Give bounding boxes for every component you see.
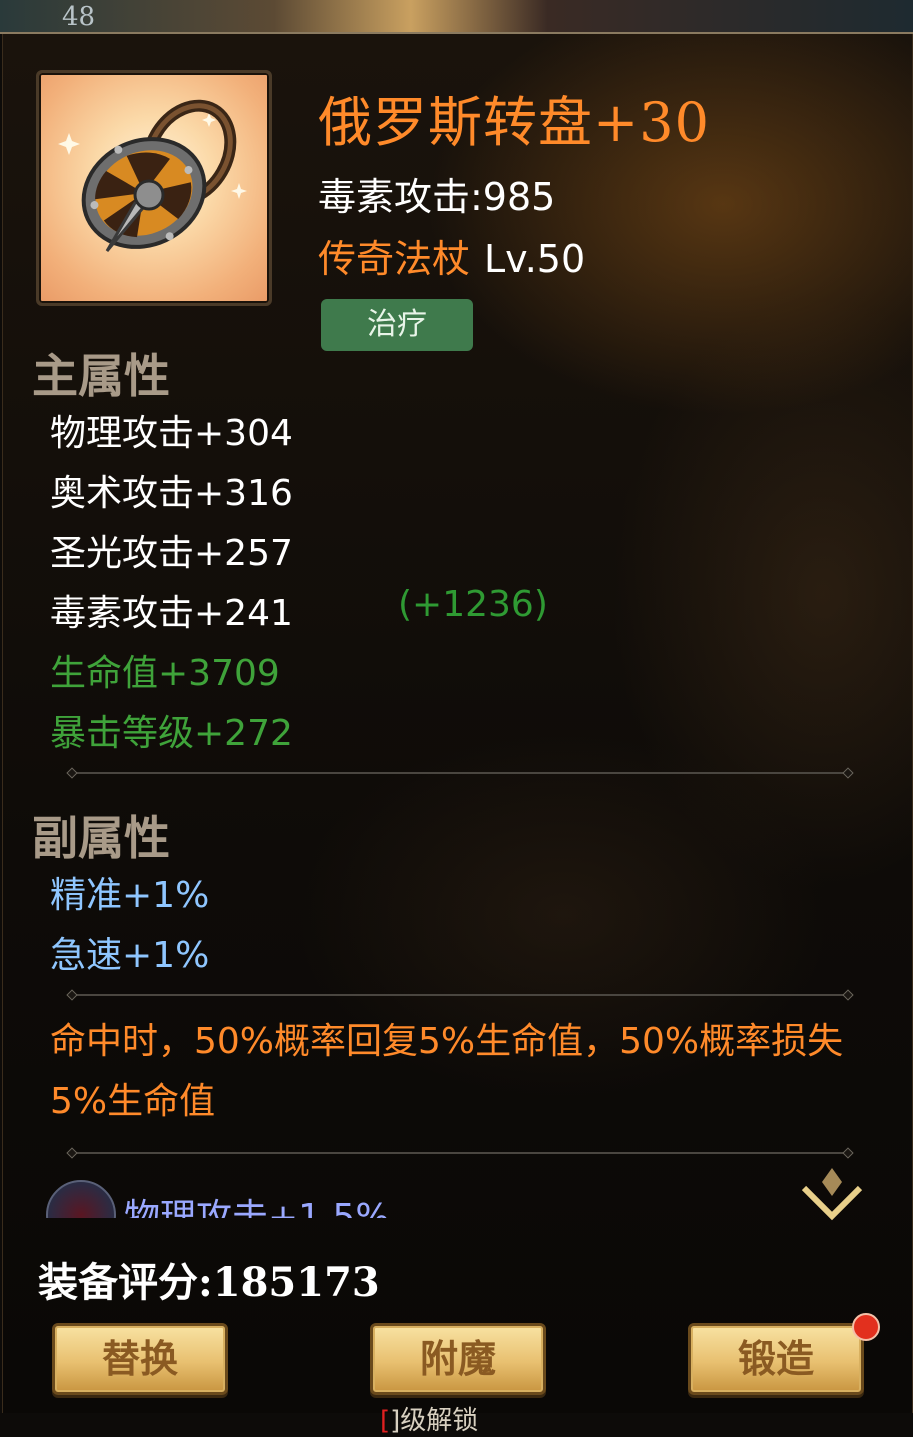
main-attribute: 物理攻击+304 — [50, 413, 293, 454]
main-attributes-title: 主属性 — [32, 349, 170, 403]
item-main-stat: 毒素攻击:985 — [318, 175, 556, 219]
forge-button[interactable]: 锻造 — [688, 1323, 864, 1395]
roulette-weapon-icon — [58, 99, 247, 252]
unlock-hint: []级解锁 — [380, 1400, 478, 1437]
sub-attribute: 精准+1% — [50, 875, 210, 916]
gem-label: 物理攻击+1.5% — [124, 1197, 390, 1218]
sub-attributes-title: 副属性 — [32, 811, 170, 865]
main-attribute: 毒素攻击+241 — [50, 593, 293, 634]
enchant-button[interactable]: 附魔 — [370, 1323, 546, 1395]
replace-button[interactable]: 替换 — [52, 1323, 228, 1395]
main-attribute: 奥术攻击+316 — [50, 473, 293, 514]
top-hero-strip: 48 — [0, 0, 913, 34]
role-tag: 治疗 — [321, 299, 473, 351]
notification-badge — [852, 1313, 880, 1341]
item-type-line: 传奇法杖 Lv.50 — [318, 228, 585, 283]
section-divider — [70, 772, 850, 774]
unlock-hint-text: ]级解锁 — [390, 1406, 479, 1436]
hero-level-text: 48 — [62, 2, 96, 32]
main-attribute: 生命值+3709 — [50, 653, 280, 694]
item-level: Lv.50 — [484, 237, 586, 281]
item-icon-frame — [36, 70, 272, 306]
gem-socket-row: 物理攻击+1.5% — [46, 1180, 806, 1218]
item-name: 俄罗斯转盘+30 — [318, 91, 710, 154]
main-attribute: 圣光攻击+257 — [50, 533, 293, 574]
chevron-down-icon[interactable] — [800, 1166, 864, 1224]
sub-attribute: 急速+1% — [50, 935, 210, 976]
special-effect-text: 命中时，50%概率回复5%生命值，50%概率损失5%生命值 — [50, 1021, 844, 1122]
unlock-hint-bracket: [ — [380, 1406, 391, 1436]
ruby-gem-icon — [46, 1180, 116, 1218]
section-divider — [70, 1152, 850, 1154]
attribute-bonus: (+1236) — [398, 584, 548, 625]
main-attribute: 暴击等级+272 — [50, 713, 293, 754]
equipment-score: 装备评分:185173 — [38, 1259, 380, 1306]
item-rarity: 传奇法杖 — [318, 237, 471, 281]
section-divider — [70, 994, 850, 996]
